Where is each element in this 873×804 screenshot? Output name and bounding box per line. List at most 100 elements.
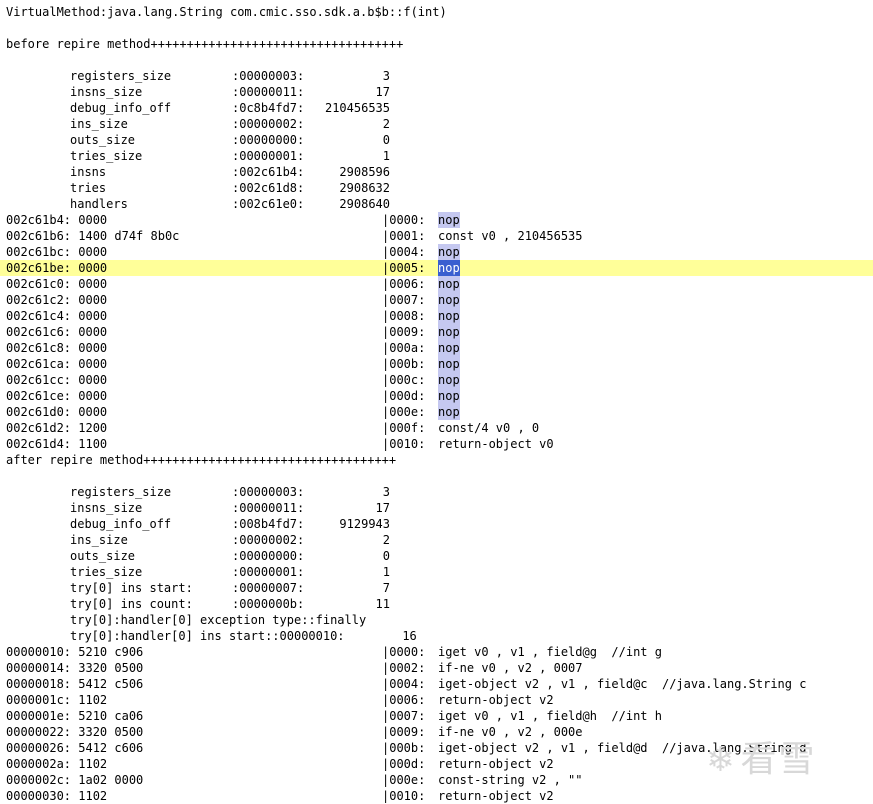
code-address: 002c61bc: 0000 xyxy=(6,245,108,259)
code-row: 002c61b6: 1400 d74f 8b0c |0001: const v0 ,… xyxy=(0,228,873,244)
code-index: |0000: xyxy=(382,213,426,227)
code-row: 002c61d2: 1200 |000f: const/4 v0 , 0 xyxy=(0,420,873,436)
code-instruction: nop xyxy=(438,212,460,228)
code-instruction: iget v0 , v1 , field@g //int g xyxy=(438,645,662,659)
field-row: outs_size:00000000: 0 xyxy=(0,132,873,148)
field-dec: 11 xyxy=(375,597,390,611)
field-dec: 2908640 xyxy=(339,197,390,211)
code-instruction: nop xyxy=(438,356,460,372)
before-header: before repire method++++++++++++++++++++… xyxy=(6,37,404,51)
field-dec: 2908596 xyxy=(339,165,390,179)
code-address: 002c61c4: 0000 xyxy=(6,309,108,323)
field-name: debug_info_off xyxy=(70,517,172,531)
code-instruction: return-object v2 xyxy=(438,693,554,707)
field-name: insns xyxy=(70,165,107,179)
code-instruction: return-object v2 xyxy=(438,757,554,771)
field-row: registers_size:00000003: 3 xyxy=(0,68,873,84)
code-index: |000b: xyxy=(382,357,426,371)
field-name: registers_size xyxy=(70,69,172,83)
field-name: handlers xyxy=(70,197,128,211)
field-dec: 2908632 xyxy=(339,181,390,195)
code-address: 002c61ce: 0000 xyxy=(6,389,108,403)
field-dec: 1 xyxy=(382,565,390,579)
field-name: try[0] ins count: xyxy=(70,597,193,611)
field-dec: 7 xyxy=(382,581,390,595)
code-row: 002c61cc: 0000 |000c: nop xyxy=(0,372,873,388)
field-name: outs_size xyxy=(70,549,136,563)
code-row: 002c61be: 0000 |0005: nop xyxy=(0,260,873,276)
field-row: debug_info_off:0c8b4fd7: 210456535 xyxy=(0,100,873,116)
code-instruction: nop xyxy=(438,324,460,340)
code-address: 00000014: 3320 0500 xyxy=(6,661,144,675)
handler-row: try[0]:handler[0] ins start::00000010: 1… xyxy=(0,628,873,644)
field-row: debug_info_off:008b4fd7: 9129943 xyxy=(0,516,873,532)
code-index: |000b: xyxy=(382,741,426,755)
code-index: |0006: xyxy=(382,277,426,291)
field-name: ins_size xyxy=(70,533,128,547)
field-row: ins_size:00000002: 2 xyxy=(0,532,873,548)
code-index: |0006: xyxy=(382,693,426,707)
field-row: insns_size:00000011: 17 xyxy=(0,500,873,516)
code-index: |0007: xyxy=(382,709,426,723)
code-row: 002c61b4: 0000 |0000: nop xyxy=(0,212,873,228)
code-index: |000c: xyxy=(382,373,426,387)
code-row: 002c61ca: 0000 |000b: nop xyxy=(0,356,873,372)
field-dec: 17 xyxy=(375,501,390,515)
field-dec: 3 xyxy=(382,485,390,499)
method-title-line: VirtualMethod:java.lang.String com.cmic.… xyxy=(0,4,873,20)
code-row: 002c61d0: 0000 |000e: nop xyxy=(0,404,873,420)
field-name: outs_size xyxy=(70,133,136,147)
field-dec: 2 xyxy=(382,533,390,547)
code-row: 002c61d4: 1100 |0010: return-object v0 xyxy=(0,436,873,452)
code-row: 002c61c8: 0000 |000a: nop xyxy=(0,340,873,356)
field-name: try[0] ins start: xyxy=(70,581,193,595)
code-row: 002c61c4: 0000 |0008: nop xyxy=(0,308,873,324)
field-name: insns_size xyxy=(70,85,143,99)
code-instruction: nop xyxy=(438,404,460,420)
snowflake-icon: ❄ xyxy=(706,740,735,780)
code-address: 002c61be: 0000 xyxy=(6,261,108,275)
field-row: handlers:002c61e0: 2908640 xyxy=(0,196,873,212)
code-address: 00000026: 5412 c606 xyxy=(6,741,144,755)
code-address: 002c61d4: 1100 xyxy=(6,437,108,451)
field-name: insns_size xyxy=(70,501,143,515)
field-dec: 2 xyxy=(382,117,390,131)
code-index: |0007: xyxy=(382,293,426,307)
code-index: |000e: xyxy=(382,405,426,419)
field-row: insns:002c61b4: 2908596 xyxy=(0,164,873,180)
code-instruction: const-string v2 , "" xyxy=(438,773,583,787)
code-row: 00000014: 3320 0500 |0002: if-ne v0 , v2 ,… xyxy=(0,660,873,676)
field-name: tries xyxy=(70,181,107,195)
code-address: 0000001c: 1102 xyxy=(6,693,108,707)
code-index: |0001: xyxy=(382,229,426,243)
code-address: 002c61c8: 0000 xyxy=(6,341,108,355)
code-index: |0002: xyxy=(382,661,426,675)
handler-row: try[0]:handler[0] exception type::finall… xyxy=(0,612,873,628)
before-header-line: before repire method++++++++++++++++++++… xyxy=(0,36,873,52)
field-name: tries_size xyxy=(70,565,143,579)
code-instruction: if-ne v0 , v2 , 000e xyxy=(438,725,583,739)
code-instruction: const v0 , 210456535 xyxy=(438,229,583,243)
code-row: 0000001e: 5210 ca06 |0007: iget v0 , v1 , … xyxy=(0,708,873,724)
code-address: 002c61d2: 1200 xyxy=(6,421,108,435)
code-index: |000e: xyxy=(382,773,426,787)
field-row: outs_size:00000000: 0 xyxy=(0,548,873,564)
code-address: 0000001e: 5210 ca06 xyxy=(6,709,144,723)
code-address: 002c61c0: 0000 xyxy=(6,277,108,291)
code-instruction: nop xyxy=(438,372,460,388)
code-row: 002c61bc: 0000 |0004: nop xyxy=(0,244,873,260)
after-header: after repire method+++++++++++++++++++++… xyxy=(6,453,397,467)
code-index: |0009: xyxy=(382,325,426,339)
code-index: |0008: xyxy=(382,309,426,323)
watermark: ❄ 看雪 xyxy=(706,736,866,784)
code-index: |000d: xyxy=(382,757,426,771)
code-address: 002c61c6: 0000 xyxy=(6,325,108,339)
code-row: 002c61ce: 0000 |000d: nop xyxy=(0,388,873,404)
code-instruction: iget v0 , v1 , field@h //int h xyxy=(438,709,662,723)
field-row: ins_size:00000002: 2 xyxy=(0,116,873,132)
code-index: |0004: xyxy=(382,245,426,259)
field-row: insns_size:00000011: 17 xyxy=(0,84,873,100)
code-address: 002c61b6: 1400 d74f 8b0c xyxy=(6,229,180,243)
code-index: |0004: xyxy=(382,677,426,691)
field-row: tries:002c61d8: 2908632 xyxy=(0,180,873,196)
